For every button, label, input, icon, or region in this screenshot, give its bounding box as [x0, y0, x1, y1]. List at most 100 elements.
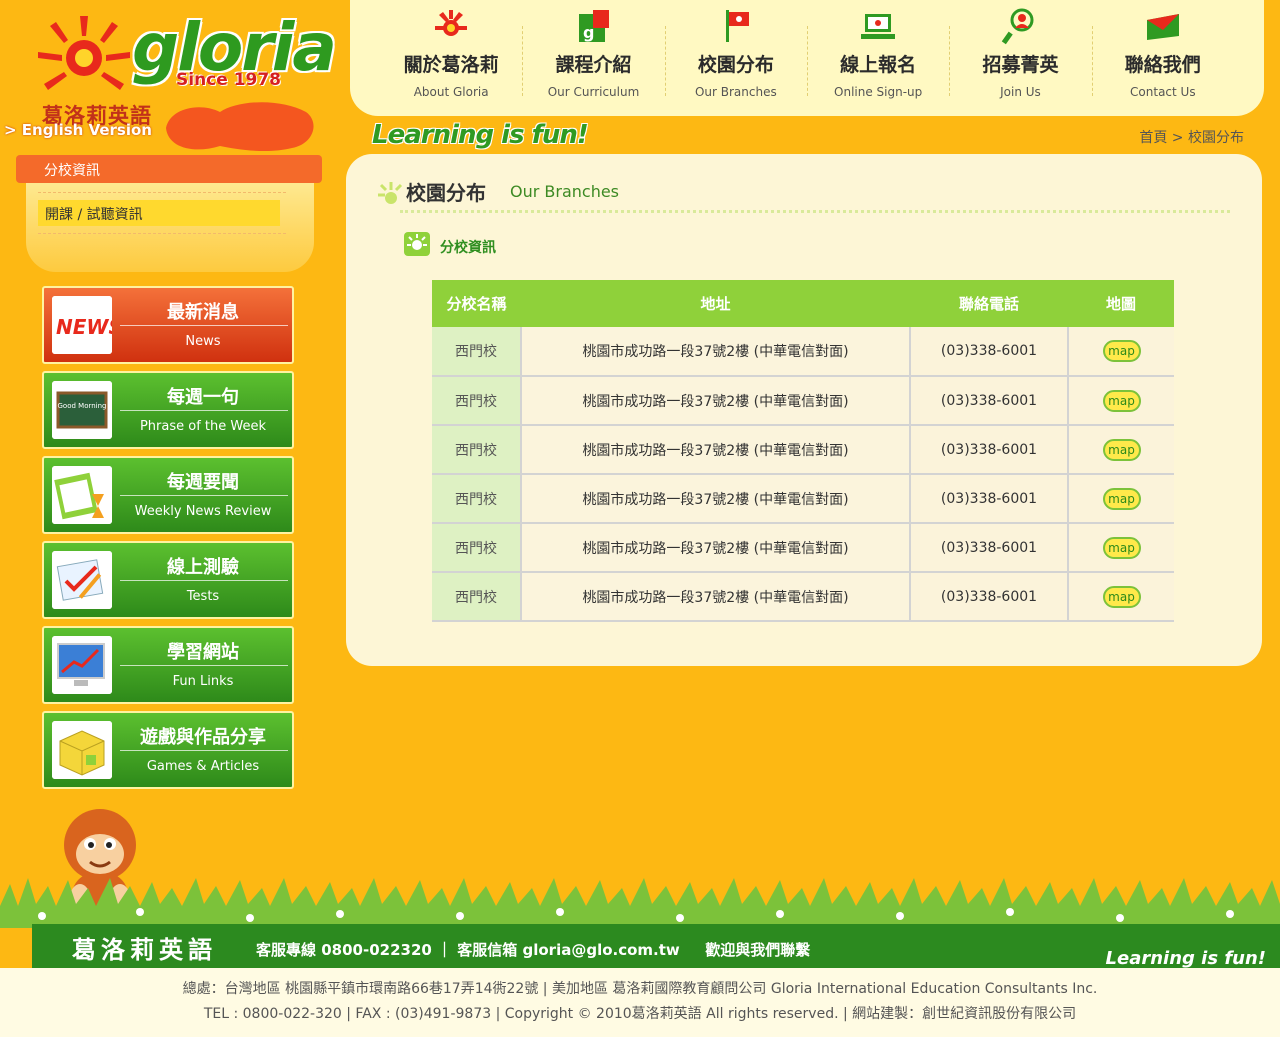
title-divider [400, 210, 1230, 213]
submenu-header[interactable]: 分校資訊 [16, 155, 322, 183]
cell-branch-name: 西門校 [432, 376, 521, 426]
nav-item-signup[interactable]: 線上報名 Online Sign-up [806, 0, 949, 116]
logo-area[interactable]: gloria Since 1978 葛洛莉英語 > English Versio… [0, 0, 345, 152]
side-menu-fun-links[interactable]: 學習網站 Fun Links [42, 626, 294, 704]
person-search-icon [1002, 8, 1034, 45]
slogan: Learning is fun! [372, 120, 589, 150]
cell-address: 桃園市成功路一段37號2樓 (中華電信對面) [520, 474, 910, 524]
side-menu-phrase[interactable]: Good Morning 每週一句 Phrase of the Week [42, 371, 294, 449]
side-menu-tests[interactable]: 線上測驗 Tests [42, 541, 294, 619]
map-button[interactable]: map [1102, 438, 1141, 461]
nav-label-en: Our Curriculum [547, 85, 640, 99]
submenu-divider [38, 192, 286, 193]
side-menu-label-en: Phrase of the Week [139, 419, 267, 434]
header-phone: 聯絡電話 [910, 280, 1068, 327]
side-menu-label-en: News [185, 334, 221, 349]
nav-label-en: About Gloria [413, 85, 489, 99]
cell-branch-name: 西門校 [432, 327, 521, 377]
svg-text:g: g [583, 23, 594, 42]
cell-address: 桃園市成功路一段37號2樓 (中華電信對面) [520, 376, 910, 426]
tests-thumbnail [52, 551, 112, 609]
top-navigation: 關於葛洛莉 About Gloria g 課程介紹 Our Curriculum… [350, 0, 1264, 116]
section-label: 分校資訊 [440, 240, 496, 256]
side-menu-divider [120, 410, 288, 411]
cell-map: map [1067, 376, 1174, 426]
map-button[interactable]: map [1102, 487, 1141, 510]
nav-item-branches[interactable]: 校園分布 Our Branches [664, 0, 807, 116]
header-branch-name: 分校名稱 [432, 280, 521, 327]
flag-icon [725, 10, 749, 42]
laptop-icon [861, 14, 896, 39]
nav-item-about[interactable]: 關於葛洛莉 About Gloria [380, 0, 522, 116]
cell-phone: (03)338-6001 [909, 425, 1068, 475]
cell-map: map [1067, 523, 1174, 573]
header-address: 地址 [521, 280, 910, 327]
cell-address: 桃園市成功路一段37號2樓 (中華電信對面) [520, 327, 910, 377]
side-menu-label-en: Tests [186, 589, 220, 604]
cell-branch-name: 西門校 [432, 425, 521, 475]
table-row: 西門校 桃園市成功路一段37號2樓 (中華電信對面) (03)338-6001 … [432, 474, 1174, 524]
nav-label-cn: 校園分布 [697, 54, 774, 76]
sprout-icon [378, 182, 403, 204]
side-menu-games[interactable]: 遊戲與作品分享 Games & Articles [42, 711, 294, 789]
map-button[interactable]: map [1102, 340, 1141, 362]
side-menu-label-cn: 線上測驗 [167, 557, 239, 578]
sun-logo-icon [38, 16, 130, 90]
cell-phone: (03)338-6001 [909, 376, 1068, 426]
english-version-link[interactable]: > English Version [4, 121, 152, 139]
footer-brand: 葛洛莉英語 [72, 936, 217, 964]
svg-text:NEWS: NEWS [56, 315, 112, 339]
footer-contact[interactable]: 客服專線 0800-022320 ｜ 客服信箱 gloria@glo.com.t… [256, 939, 810, 960]
side-menu-news[interactable]: NEWS 最新消息 News [42, 286, 294, 364]
cell-branch-name: 西門校 [432, 572, 521, 622]
page-title: 校園分布 [406, 181, 486, 205]
table-row: 西門校 桃園市成功路一段37號2樓 (中華電信對面) (03)338-6001 … [432, 327, 1174, 377]
map-button[interactable]: map [1102, 585, 1141, 608]
header-map: 地圖 [1068, 280, 1174, 327]
breadcrumb[interactable]: 首頁 > 校園分布 [1139, 127, 1244, 147]
cell-address: 桃園市成功路一段37號2樓 (中華電信對面) [520, 425, 910, 475]
calendar-icon [52, 466, 112, 524]
nav-label-en: Contact Us [1130, 85, 1196, 99]
cell-phone: (03)338-6001 [909, 474, 1068, 524]
nav-label-en: Join Us [1000, 85, 1041, 99]
svg-text:Good Morning: Good Morning [58, 402, 107, 410]
nav-label-cn: 課程介紹 [555, 54, 632, 76]
nav-item-join[interactable]: 招募菁英 Join Us [949, 0, 1091, 116]
test-paper-icon [52, 551, 112, 609]
side-menu-divider [120, 325, 288, 326]
side-menu-label-en: Games & Articles [146, 759, 260, 774]
nav-label-en: Online Sign-up [834, 85, 923, 99]
games-thumbnail [52, 721, 112, 779]
nav-label-cn: 聯絡我們 [1124, 54, 1201, 76]
nav-item-curriculum[interactable]: g 課程介紹 Our Curriculum [522, 0, 664, 116]
news-icon: NEWS [52, 296, 112, 354]
cell-address: 桃園市成功路一段37號2樓 (中華電信對面) [520, 523, 910, 573]
logo-since: Since 1978 [176, 70, 282, 90]
side-menu-label-en: Weekly News Review [134, 504, 272, 519]
table-header-row: 分校名稱 地址 聯絡電話 地圖 [432, 280, 1174, 327]
side-menu-divider [120, 750, 288, 751]
news-thumbnail: NEWS [52, 296, 112, 354]
side-menu-label-cn: 遊戲與作品分享 [140, 727, 266, 748]
side-menu-divider [120, 665, 288, 666]
cell-branch-name: 西門校 [432, 474, 521, 524]
table-row: 西門校 桃園市成功路一段37號2樓 (中華電信對面) (03)338-6001 … [432, 523, 1174, 573]
table-row: 西門校 桃園市成功路一段37號2樓 (中華電信對面) (03)338-6001 … [432, 572, 1174, 622]
side-menu-divider [120, 580, 288, 581]
nav-label-cn: 招募菁英 [982, 54, 1059, 76]
side-menu-label-cn: 學習網站 [167, 642, 239, 663]
side-menu-weekly-news[interactable]: 每週要聞 Weekly News Review [42, 456, 294, 534]
monitor-chart-icon [52, 636, 112, 694]
submenu-item-classes[interactable]: 開課 / 試聽資訊 [38, 200, 280, 226]
map-button[interactable]: map [1102, 389, 1141, 412]
cell-phone: (03)338-6001 [909, 572, 1068, 622]
table-row: 西門校 桃園市成功路一段37號2樓 (中華電信對面) (03)338-6001 … [432, 376, 1174, 426]
envelope-icon [1146, 14, 1179, 40]
map-button[interactable]: map [1102, 536, 1141, 559]
nav-label-cn: 關於葛洛莉 [403, 54, 499, 76]
book-icon: g [579, 10, 610, 42]
nav-item-contact[interactable]: 聯絡我們 Contact Us [1091, 0, 1234, 116]
section-sun-icon [404, 232, 430, 256]
cell-phone: (03)338-6001 [909, 523, 1068, 573]
